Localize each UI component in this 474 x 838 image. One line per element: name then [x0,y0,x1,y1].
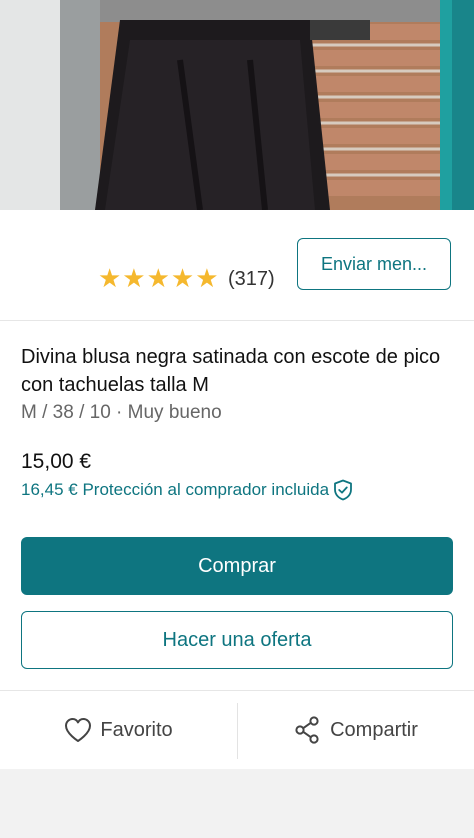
product-title: Divina blusa negra satinada con escote d… [21,346,441,396]
product-price: 15,00 € [21,450,92,473]
send-message-button[interactable]: Enviar men... [297,238,451,290]
buyer-protection-label: 16,45 € Protección al comprador incluida [21,480,330,499]
product-meta: M / 38 / 10 · Muy bueno [21,402,222,423]
share-label: Compartir [330,718,418,741]
buyer-protection[interactable]: 16,45 € Protección al comprador incluida [21,478,353,502]
favorite-button[interactable]: Favorito [0,691,237,769]
share-icon [295,716,319,744]
make-offer-button[interactable]: Hacer una oferta [21,611,453,669]
buy-button[interactable]: Comprar [21,537,453,595]
product-photo[interactable] [0,0,474,210]
shield-check-icon [334,479,352,501]
rating-stars: ★★★★★ [98,263,220,293]
product-photo-image [0,0,474,210]
rating-count[interactable]: (317) [228,266,275,292]
action-bar: Favorito Compartir [0,691,474,769]
footer-background [0,769,474,838]
heart-icon [65,718,92,742]
divider [0,320,474,321]
favorite-label: Favorito [100,718,173,741]
share-button[interactable]: Compartir [238,691,474,769]
